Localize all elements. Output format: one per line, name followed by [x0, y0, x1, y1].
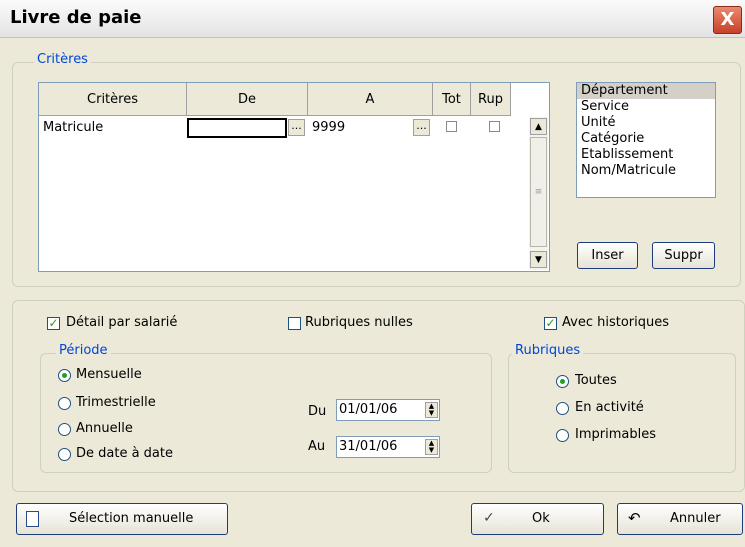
criteres-legend: Critères	[34, 52, 91, 67]
inser-button[interactable]: Inser	[577, 242, 638, 269]
avec-historiques-label[interactable]: Avec historiques	[562, 315, 669, 330]
document-edit-icon	[26, 511, 39, 527]
rubriques-nulles-checkbox[interactable]	[288, 317, 301, 330]
radio-label[interactable]: Mensuelle	[76, 367, 142, 382]
radio-toutes[interactable]	[556, 375, 569, 388]
radio-imprimables[interactable]	[556, 429, 569, 442]
checkmark-pen-icon: ✓	[483, 510, 495, 526]
scroll-down-button[interactable]: ▼	[530, 251, 547, 268]
criteria-grid: Critères De A Tot Rup Matricule ... 9999…	[38, 82, 550, 272]
de-ellipsis-button[interactable]: ...	[288, 119, 305, 136]
au-date-spinner[interactable]: ▲ ▼	[425, 439, 438, 455]
title-bar[interactable]: Livre de paie X	[0, 0, 745, 38]
chevron-down-icon: ▼	[535, 255, 542, 265]
au-date-field[interactable]: 31/01/06 ▲ ▼	[336, 436, 440, 458]
cell-critere[interactable]: Matricule	[43, 117, 187, 138]
du-date-field[interactable]: 01/01/06 ▲ ▼	[336, 399, 440, 421]
radio-annuelle[interactable]	[58, 423, 71, 436]
close-icon: X	[720, 9, 735, 30]
column-header-criteres[interactable]: Critères	[39, 83, 187, 116]
grid-scrollbar[interactable]: ▲ ≡ ▼	[529, 117, 548, 270]
du-label: Du	[308, 404, 327, 419]
detail-checkbox[interactable]: ✓	[47, 317, 60, 330]
ok-label: Ok	[532, 511, 550, 526]
close-button[interactable]: X	[713, 6, 742, 34]
rubriques-legend: Rubriques	[512, 343, 584, 358]
radio-label[interactable]: Imprimables	[575, 427, 656, 442]
selection-manuelle-label: Sélection manuelle	[69, 511, 194, 526]
du-date-spinner[interactable]: ▲ ▼	[425, 402, 438, 418]
radio-label[interactable]: Trimestrielle	[76, 395, 156, 410]
column-header-rup[interactable]: Rup	[471, 83, 511, 116]
rubriques-nulles-label[interactable]: Rubriques nulles	[305, 315, 413, 330]
radio-label[interactable]: Toutes	[575, 373, 617, 388]
avec-historiques-checkbox[interactable]: ✓	[544, 317, 557, 330]
scroll-up-button[interactable]: ▲	[530, 118, 547, 135]
radio-en-activite[interactable]	[556, 402, 569, 415]
radio-trimestrielle[interactable]	[58, 397, 71, 410]
rup-checkbox[interactable]	[489, 121, 500, 132]
au-label: Au	[308, 439, 326, 454]
undo-icon: ↶	[628, 509, 641, 527]
radio-label[interactable]: De date à date	[76, 446, 173, 461]
ok-button[interactable]: ✓ Ok	[471, 503, 604, 535]
radio-de-date-a-date[interactable]	[58, 448, 71, 461]
spin-down-icon: ▼	[428, 409, 435, 417]
scroll-thumb[interactable]: ≡	[530, 137, 547, 247]
radio-label[interactable]: Annuelle	[76, 421, 133, 436]
au-date-value: 31/01/06	[339, 439, 398, 454]
annuler-label: Annuler	[670, 511, 721, 526]
column-header-a[interactable]: A	[308, 83, 433, 116]
window-title: Livre de paie	[10, 7, 142, 28]
list-item[interactable]: Département	[577, 83, 715, 99]
detail-label[interactable]: Détail par salarié	[66, 315, 177, 330]
chevron-up-icon: ▲	[535, 122, 542, 132]
list-item[interactable]: Nom/Matricule	[577, 163, 715, 179]
list-item[interactable]: Unité	[577, 115, 715, 131]
column-header-de[interactable]: De	[187, 83, 308, 116]
column-header-tot[interactable]: Tot	[433, 83, 471, 116]
cell-de-input[interactable]	[187, 118, 287, 138]
periode-legend: Période	[56, 343, 111, 358]
cell-a-input[interactable]: 9999	[312, 117, 412, 138]
radio-label[interactable]: En activité	[575, 400, 644, 415]
annuler-button[interactable]: ↶ Annuler	[617, 503, 743, 535]
radio-mensuelle[interactable]	[58, 369, 71, 382]
spin-down-icon: ▼	[428, 446, 435, 454]
dialog-window: Livre de paie X Critères Critères De A T…	[0, 0, 745, 547]
list-item[interactable]: Etablissement	[577, 147, 715, 163]
list-item[interactable]: Service	[577, 99, 715, 115]
selection-manuelle-button[interactable]: Sélection manuelle	[16, 503, 228, 535]
du-date-value: 01/01/06	[339, 402, 398, 417]
a-ellipsis-button[interactable]: ...	[413, 119, 430, 136]
list-item[interactable]: Catégorie	[577, 131, 715, 147]
criteria-listbox[interactable]: Département Service Unité Catégorie Etab…	[576, 82, 716, 198]
tot-checkbox[interactable]	[446, 121, 457, 132]
suppr-button[interactable]: Suppr	[652, 242, 715, 269]
